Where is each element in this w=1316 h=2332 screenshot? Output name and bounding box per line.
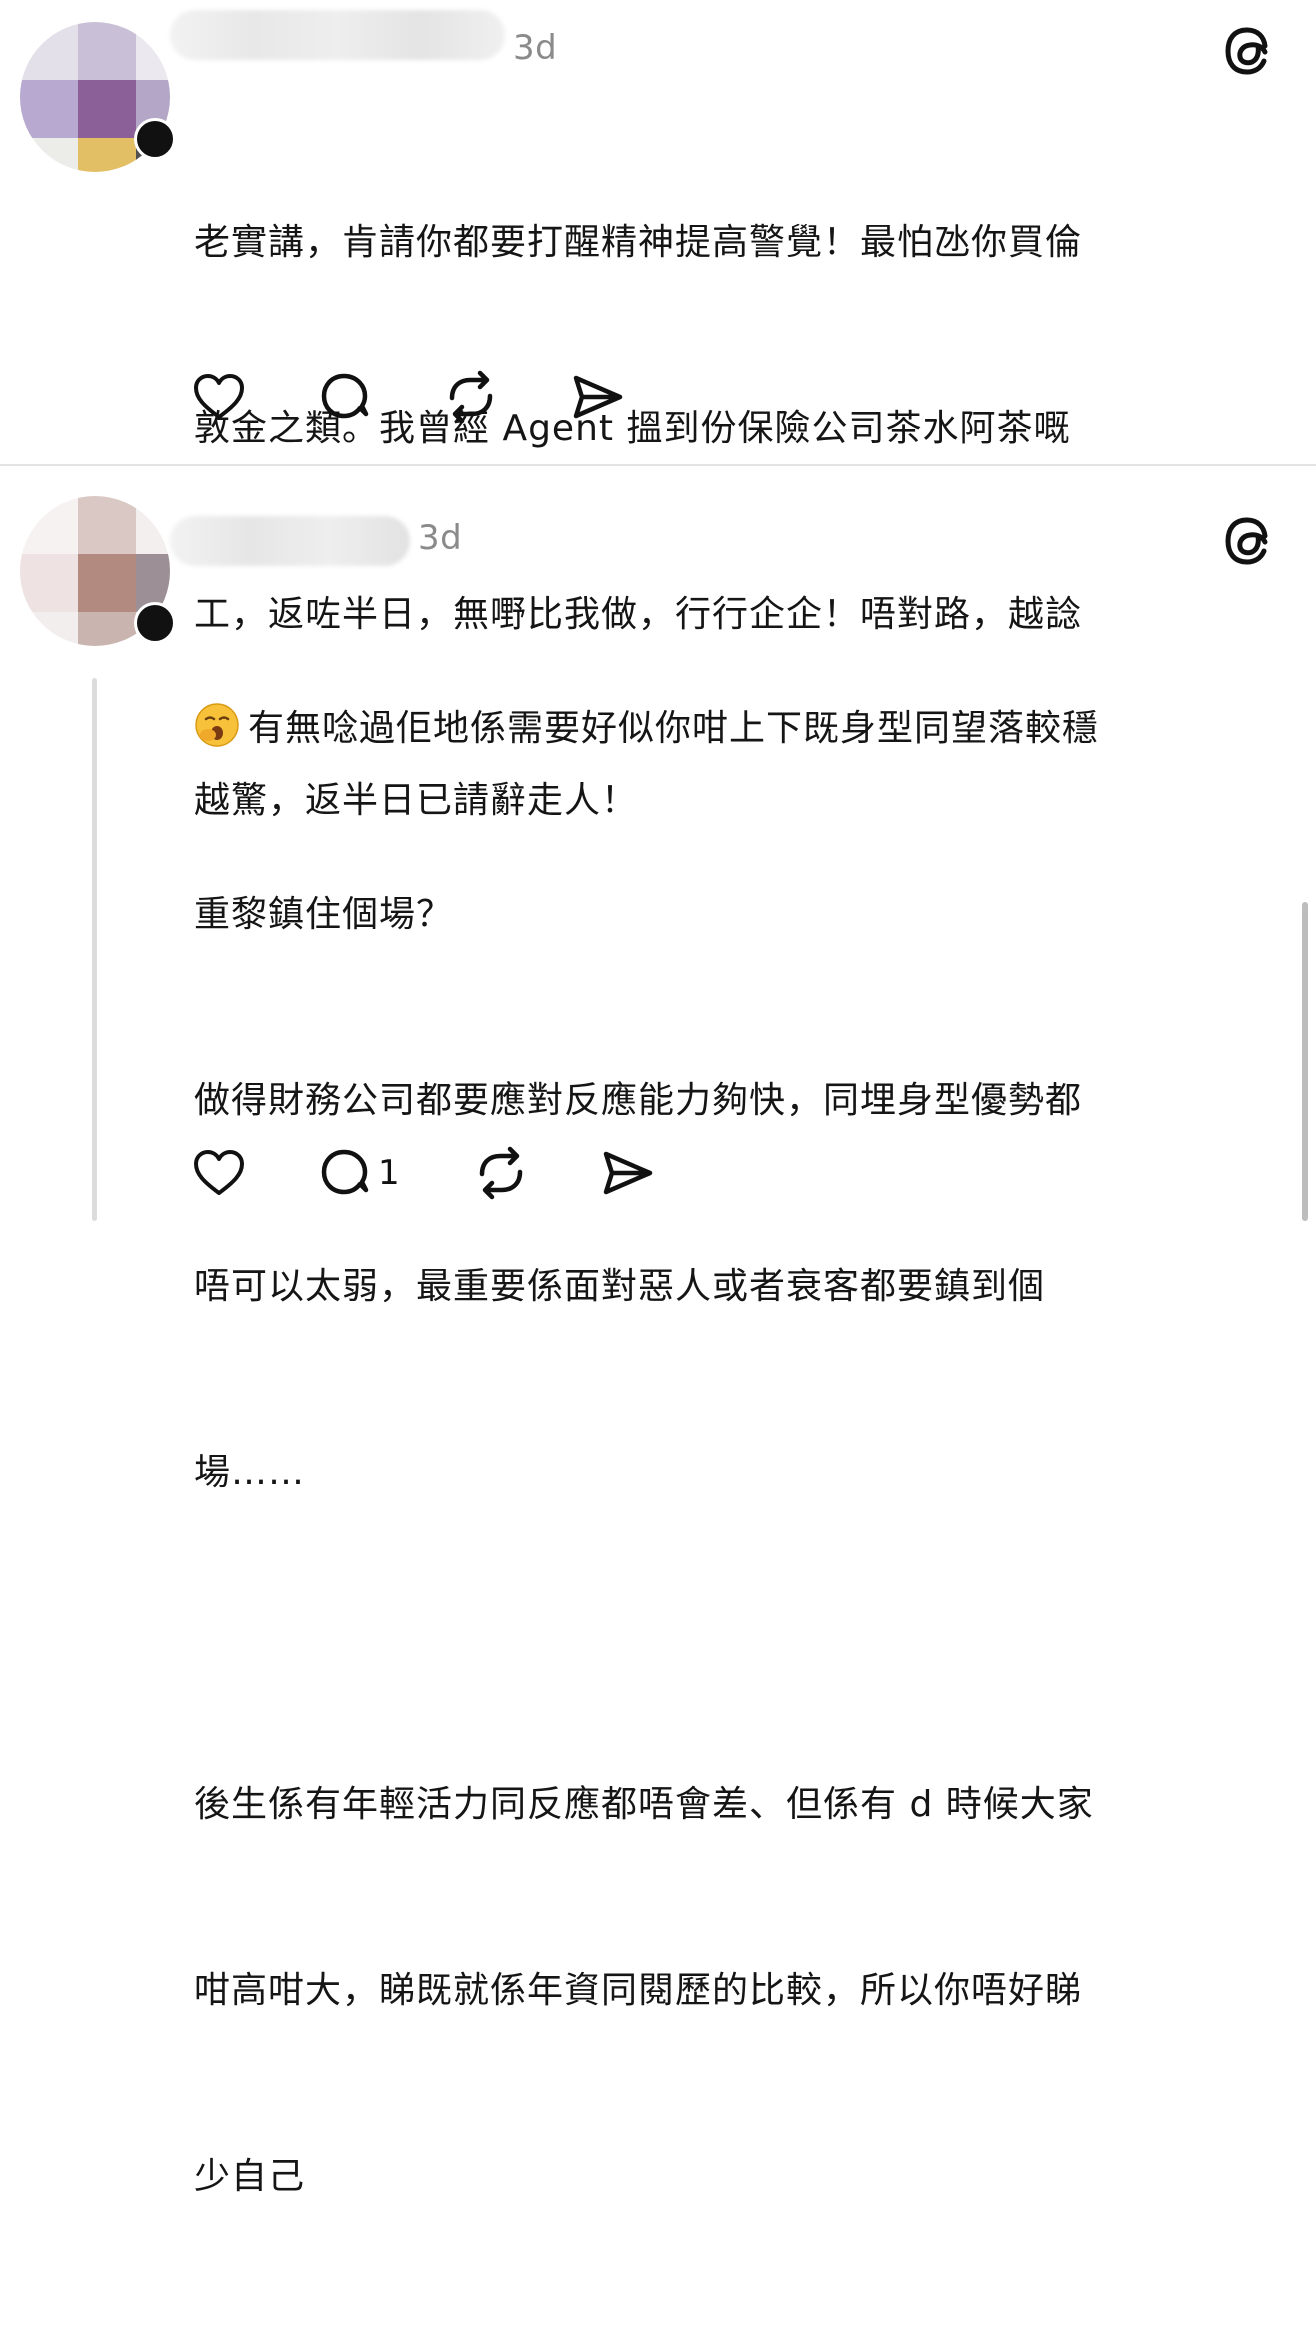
body-line: 後生係有年輕活力同反應都唔會差、但係有 d 時候大家 [194,1784,1094,1825]
body-line-text: 有無唸過佢地係需要好似你咁上下既身型同望落較穩 [248,708,1100,749]
body-line: 場…… [194,1452,306,1493]
post-time: 3d [418,518,463,558]
body-line: 重黎鎮住個場？ [194,894,454,935]
threads-icon[interactable] [1222,516,1272,566]
post-1: 3d 老實講，肯請你都要打醒精神提高警覺！最怕氹你買倫 敦金之類。我曾經 Age… [0,0,1316,821]
follow-badge[interactable] [134,602,176,644]
body-line: 咁高咁大，睇既就係年資同閱歷的比較，所以你唔好睇 [194,1970,1083,2011]
action-bar [190,368,626,426]
share-button[interactable] [568,368,626,426]
post-2: 3d 有無唸過佢地係需要好似你咁上下既身型同望落較穩 重黎鎮住個場？ 做得財務公… [0,466,1316,2197]
action-bar: 1 [190,1144,656,1202]
comment-icon [321,373,369,419]
body-line: 唔可以太弱，最重要係面對惡人或者衰客都要鎮到個 [194,1266,1046,1307]
scrollbar[interactable] [1302,902,1308,1221]
reply-button[interactable]: 1 [316,1144,472,1202]
reply-count: 1 [378,1153,400,1193]
send-icon [573,375,623,419]
comment-icon [321,1149,369,1195]
repost-button[interactable] [472,1144,598,1202]
reply-button[interactable] [316,368,442,426]
heart-icon [194,1150,244,1195]
body-line: 做得財務公司都要應對反應能力夠快，同埋身型優勢都 [194,1080,1083,1121]
send-icon [603,1151,653,1195]
repost-button[interactable] [442,368,568,426]
repost-icon [479,1146,523,1200]
like-button[interactable] [190,1144,316,1202]
yawning-face-emoji [195,703,239,747]
body-line: 少自己 [194,2156,306,2197]
heart-icon [194,374,244,419]
follow-badge[interactable] [134,118,176,160]
like-button[interactable] [190,368,316,426]
username-redacted[interactable] [170,10,505,60]
threads-icon[interactable] [1222,26,1272,76]
thread-line [92,678,97,1221]
post-time: 3d [513,28,558,68]
repost-icon [449,370,493,424]
post-body: 有無唸過佢地係需要好似你咁上下既身型同望落較穩 重黎鎮住個場？ 做得財務公司都要… [194,574,1294,2332]
share-button[interactable] [598,1144,656,1202]
username-redacted[interactable] [170,516,410,566]
body-line: 老實講，肯請你都要打醒精神提高警覺！最怕氹你買倫 [194,222,1083,263]
body-line: 有無唸過佢地係需要好似你咁上下既身型同望落較穩 [194,698,1294,760]
